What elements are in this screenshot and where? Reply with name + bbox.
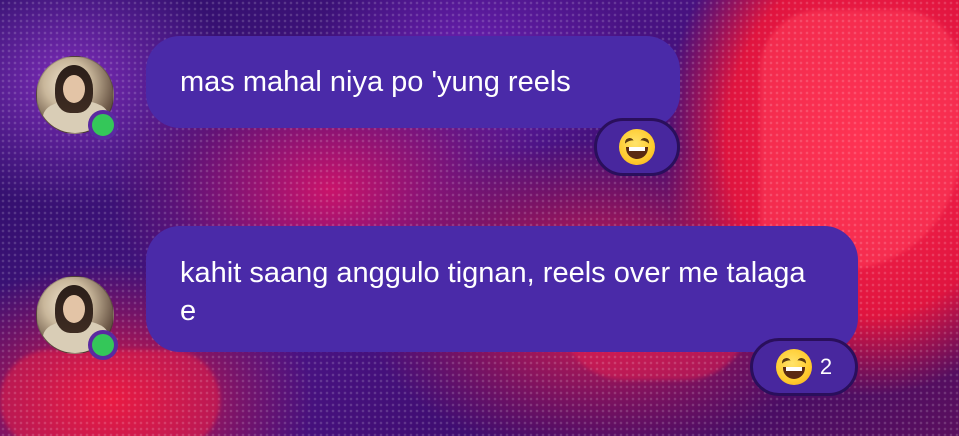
online-status-dot <box>88 110 118 140</box>
reaction-count: 2 <box>819 354 833 379</box>
grinning-squinting-face-icon <box>619 129 655 165</box>
reaction-badge[interactable] <box>594 118 680 176</box>
message-bubble[interactable]: kahit saang anggulo tignan, reels over m… <box>146 226 858 352</box>
message-text: kahit saang anggulo tignan, reels over m… <box>180 257 806 327</box>
grinning-squinting-face-icon <box>775 349 812 385</box>
online-status-dot <box>88 330 118 360</box>
message-bubble[interactable]: mas mahal niya po 'yung reels <box>146 36 680 128</box>
message-text: mas mahal niya po 'yung reels <box>180 66 571 98</box>
reaction-badge[interactable]: 2 <box>750 338 858 396</box>
